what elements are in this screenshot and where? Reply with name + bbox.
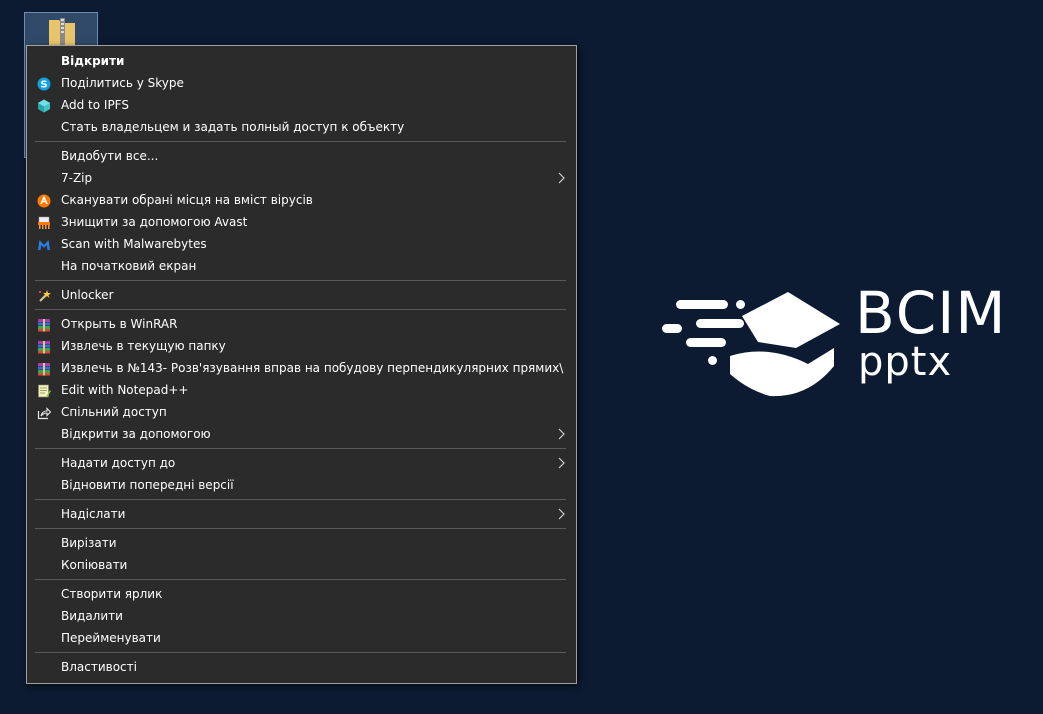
menu-item-label: Властивості bbox=[61, 660, 137, 674]
menu-item-label: Надіслати bbox=[61, 507, 126, 521]
menu-item-1-1[interactable]: 7-Zip bbox=[27, 167, 576, 189]
chevron-right-icon bbox=[556, 167, 566, 189]
menu-separator bbox=[35, 528, 566, 529]
menu-item-label: Спільний доступ bbox=[61, 405, 167, 419]
share-icon bbox=[37, 405, 52, 420]
menu-item-label: Видалити bbox=[61, 609, 123, 623]
menu-item-3-0[interactable]: Открыть в WinRAR bbox=[27, 313, 576, 335]
menu-item-1-4[interactable]: Scan with Malwarebytes bbox=[27, 233, 576, 255]
menu-item-1-2[interactable]: Сканувати обрані місця на вміст вірусів bbox=[27, 189, 576, 211]
brand-name: ВСІМ bbox=[855, 279, 1007, 347]
menu-item-2-0[interactable]: Unlocker bbox=[27, 284, 576, 306]
chevron-right-icon bbox=[556, 452, 566, 474]
menu-item-label: Надати доступ до bbox=[61, 456, 176, 470]
menu-item-label: Створити ярлик bbox=[61, 587, 163, 601]
menu-item-3-4[interactable]: Спільний доступ bbox=[27, 401, 576, 423]
winrar-icon bbox=[37, 317, 51, 332]
chevron-right-icon bbox=[556, 423, 566, 445]
context-menu: Відкрити S Поділитись у Skype Add to IPFS Ст… bbox=[26, 45, 577, 684]
menu-item-label: Копіювати bbox=[61, 558, 128, 572]
menu-item-label: Видобути все... bbox=[61, 149, 159, 163]
menu-item-3-1[interactable]: Извлечь в текущую папку bbox=[27, 335, 576, 357]
menu-separator bbox=[35, 141, 566, 142]
zip-folder-icon bbox=[49, 18, 75, 46]
menu-item-label: Unlocker bbox=[61, 288, 114, 302]
unlocker-wand-icon bbox=[37, 288, 51, 302]
menu-item-label: Извлечь в текущую папку bbox=[61, 339, 226, 353]
menu-item-label: Scan with Malwarebytes bbox=[61, 237, 207, 251]
menu-item-label: Edit with Notepad++ bbox=[61, 383, 189, 397]
menu-item-8-0[interactable]: Властивості bbox=[27, 656, 576, 678]
menu-item-6-1[interactable]: Копіювати bbox=[27, 554, 576, 576]
menu-item-label: Открыть в WinRAR bbox=[61, 317, 178, 331]
menu-separator bbox=[35, 652, 566, 653]
menu-item-4-1[interactable]: Відновити попередні версії bbox=[27, 474, 576, 496]
menu-item-label: Вирізати bbox=[61, 536, 117, 550]
menu-item-label: Add to IPFS bbox=[61, 98, 129, 112]
menu-item-label: Знищити за допомогою Avast bbox=[61, 215, 248, 229]
menu-separator bbox=[35, 309, 566, 310]
menu-item-6-0[interactable]: Вирізати bbox=[27, 532, 576, 554]
menu-item-1-5[interactable]: На початковий екран bbox=[27, 255, 576, 277]
menu-item-label: Відкрити bbox=[61, 54, 125, 68]
ipfs-cube-icon bbox=[37, 98, 51, 113]
menu-item-3-2[interactable]: Извлечь в №143- Розв'язування вправ на п… bbox=[27, 357, 576, 379]
menu-item-label: Поділитись у Skype bbox=[61, 76, 184, 90]
svg-text:S: S bbox=[40, 80, 47, 91]
menu-item-0-1[interactable]: S Поділитись у Skype bbox=[27, 72, 576, 94]
menu-item-3-3[interactable]: Edit with Notepad++ bbox=[27, 379, 576, 401]
menu-separator bbox=[35, 280, 566, 281]
menu-item-3-5[interactable]: Відкрити за допомогою bbox=[27, 423, 576, 445]
menu-item-1-3[interactable]: Знищити за допомогою Avast bbox=[27, 211, 576, 233]
menu-item-label: Відновити попередні версії bbox=[61, 478, 234, 492]
menu-item-1-0[interactable]: Видобути все... bbox=[27, 145, 576, 167]
menu-item-5-0[interactable]: Надіслати bbox=[27, 503, 576, 525]
notepadpp-icon bbox=[37, 383, 51, 398]
menu-separator bbox=[35, 579, 566, 580]
menu-item-7-0[interactable]: Створити ярлик bbox=[27, 583, 576, 605]
avast-icon bbox=[37, 193, 51, 208]
menu-item-0-3[interactable]: Стать владельцем и задать полный доступ … bbox=[27, 116, 576, 138]
menu-item-7-2[interactable]: Перейменувати bbox=[27, 627, 576, 649]
menu-item-7-1[interactable]: Видалити bbox=[27, 605, 576, 627]
menu-item-label: 7-Zip bbox=[61, 171, 93, 185]
skype-icon: S bbox=[37, 76, 51, 91]
chevron-right-icon bbox=[556, 503, 566, 525]
brand-subtitle: pptx bbox=[858, 339, 953, 385]
menu-item-label: Відкрити за допомогою bbox=[61, 427, 211, 441]
winrar-icon bbox=[37, 361, 51, 376]
menu-item-label: Сканувати обрані місця на вміст вірусів bbox=[61, 193, 313, 207]
winrar-icon bbox=[37, 339, 51, 354]
menu-item-4-0[interactable]: Надати доступ до bbox=[27, 452, 576, 474]
menu-item-label: Перейменувати bbox=[61, 631, 161, 645]
menu-item-label: Стать владельцем и задать полный доступ … bbox=[61, 120, 405, 134]
menu-item-0-0[interactable]: Відкрити bbox=[27, 50, 576, 72]
menu-separator bbox=[35, 499, 566, 500]
menu-separator bbox=[35, 448, 566, 449]
menu-item-label: На початковий екран bbox=[61, 259, 197, 273]
menu-item-label: Извлечь в №143- Розв'язування вправ на п… bbox=[61, 361, 564, 375]
avast-shredder-icon bbox=[37, 215, 51, 229]
malwarebytes-icon bbox=[37, 237, 51, 251]
menu-item-0-2[interactable]: Add to IPFS bbox=[27, 94, 576, 116]
